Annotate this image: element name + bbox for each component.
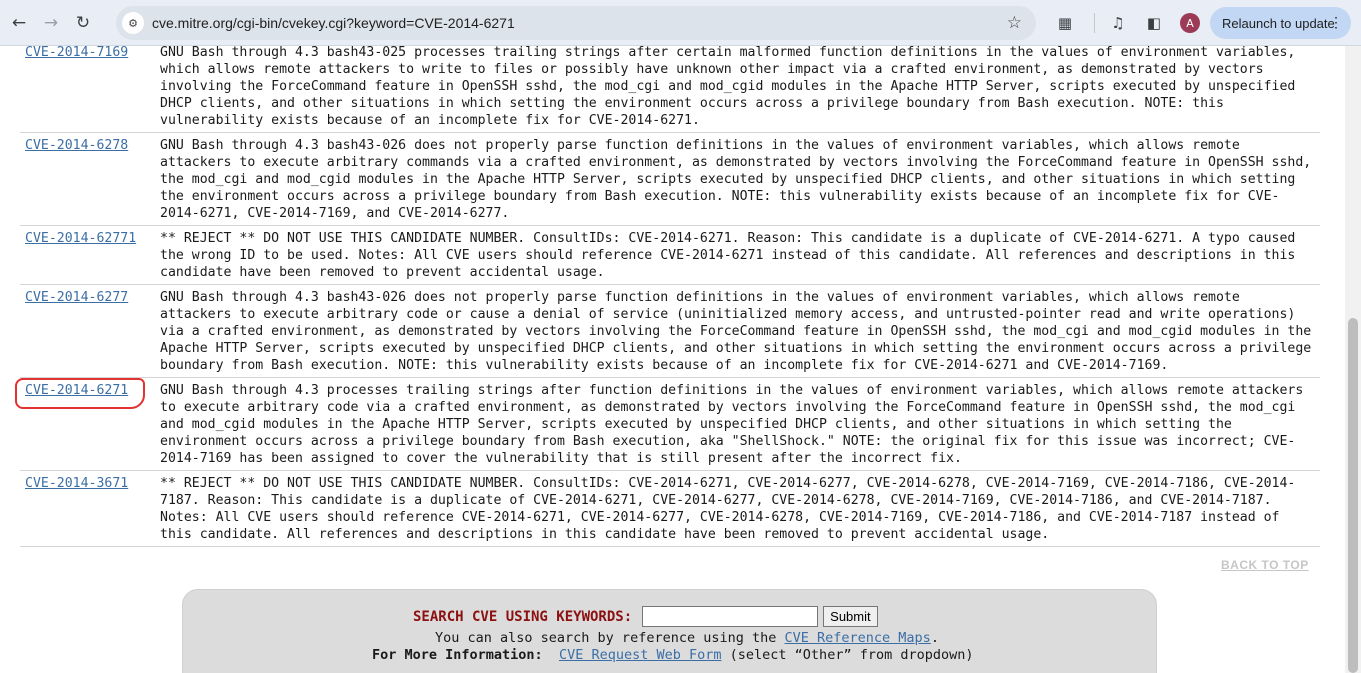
table-row: CVE-2014-6277 GNU Bash through 4.3 bash4… [20,284,1320,378]
cve-description: ** REJECT ** DO NOT USE THIS CANDIDATE N… [155,225,1320,285]
submit-button[interactable]: Submit [823,606,878,627]
cve-link[interactable]: CVE-2014-7169 [25,46,128,60]
page-content: CVE-2014-7169 GNU Bash through 4.3 bash4… [0,46,1345,673]
reference-suffix-text: . [930,630,939,646]
request-suffix-text: (select “Other” from dropdown) [729,647,974,663]
side-panel-icon[interactable]: ◧ [1139,8,1169,38]
scrollbar-thumb[interactable] [1348,318,1358,673]
back-arrow-icon[interactable]: ← [6,10,32,36]
more-menu-icon[interactable]: ⋮ [1329,14,1343,31]
browser-toolbar: ← → ↻ ⚙ cve.mitre.org/cgi-bin/cvekey.cgi… [0,0,1361,46]
cve-request-form-link[interactable]: CVE Request Web Form [559,647,722,663]
reload-icon[interactable]: ↻ [70,10,96,36]
table-row: CVE-2014-3671 ** REJECT ** DO NOT USE TH… [20,470,1320,547]
address-bar[interactable]: ⚙ cve.mitre.org/cgi-bin/cvekey.cgi?keywo… [116,6,1036,40]
cve-description: GNU Bash through 4.3 bash43-025 processe… [155,46,1320,133]
cve-description: GNU Bash through 4.3 bash43-026 does not… [155,284,1320,378]
search-label: SEARCH CVE USING KEYWORDS: [413,608,633,625]
more-info-line: For More Information: CVE Request Web Fo… [372,647,974,663]
cve-link[interactable]: CVE-2014-6278 [25,138,128,153]
table-row: CVE-2014-6271 GNU Bash through 4.3 proce… [20,377,1320,471]
profile-avatar[interactable]: A [1175,8,1205,38]
table-row: CVE-2014-7169 GNU Bash through 4.3 bash4… [20,46,1320,133]
cve-results-table: CVE-2014-7169 GNU Bash through 4.3 bash4… [20,46,1320,547]
back-to-top-link[interactable]: BACK TO TOP [1221,558,1309,572]
more-info-label: For More Information: [372,647,543,663]
keyword-search-input[interactable] [642,606,819,627]
table-row: CVE-2014-62771 ** REJECT ** DO NOT USE T… [20,225,1320,285]
vertical-scrollbar[interactable] [1345,46,1361,673]
forward-arrow-icon[interactable]: → [38,10,64,36]
relaunch-label: Relaunch to update [1222,15,1335,31]
search-panel: SEARCH CVE USING KEYWORDS: Submit You ca… [182,589,1157,673]
relaunch-button[interactable]: Relaunch to update ⋮ [1210,7,1351,39]
cve-reference-maps-link[interactable]: CVE Reference Maps [785,630,931,646]
cve-link-highlighted[interactable]: CVE-2014-6271 [25,383,128,398]
reference-prefix-text: You can also search by reference using t… [435,630,777,646]
bookmark-star-icon[interactable]: ☆ [1007,13,1022,33]
reference-search-line: You can also search by reference using t… [435,630,939,646]
avatar: A [1180,13,1200,33]
cve-link[interactable]: CVE-2014-62771 [25,231,136,246]
extensions-icon[interactable]: ▦ [1050,8,1080,38]
cve-link[interactable]: CVE-2014-6277 [25,290,128,305]
site-info-icon[interactable]: ⚙ [122,12,144,34]
cve-link[interactable]: CVE-2014-3671 [25,476,128,491]
media-controls-icon[interactable]: ♫ [1103,8,1133,38]
table-row: CVE-2014-6278 GNU Bash through 4.3 bash4… [20,132,1320,226]
toolbar-divider [1094,13,1095,33]
cve-description: ** REJECT ** DO NOT USE THIS CANDIDATE N… [155,470,1320,547]
cve-description: GNU Bash through 4.3 bash43-026 does not… [155,132,1320,226]
url-text[interactable]: cve.mitre.org/cgi-bin/cvekey.cgi?keyword… [152,15,1007,31]
cve-description: GNU Bash through 4.3 processes trailing … [155,377,1320,471]
